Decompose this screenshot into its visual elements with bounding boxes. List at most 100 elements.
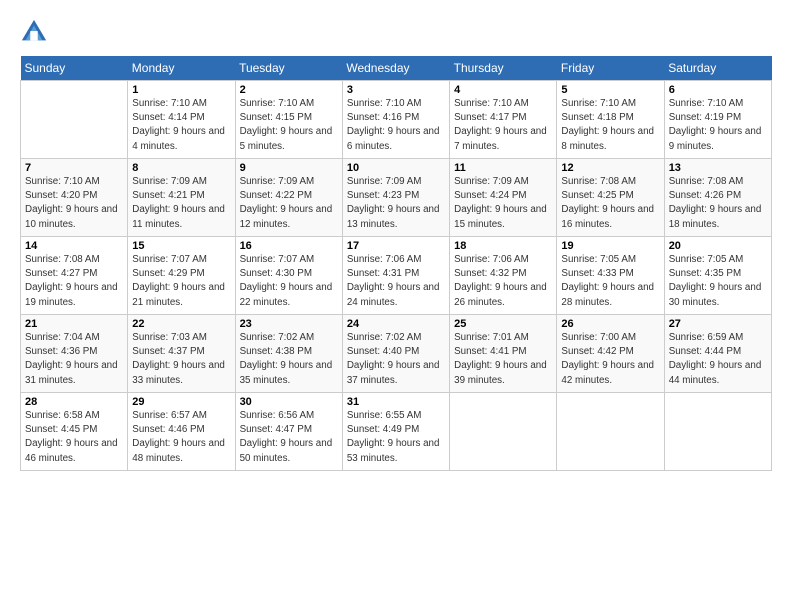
calendar-table: SundayMondayTuesdayWednesdayThursdayFrid… bbox=[20, 56, 772, 471]
calendar-cell: 14 Sunrise: 7:08 AMSunset: 4:27 PMDaylig… bbox=[21, 237, 128, 315]
col-header-sunday: Sunday bbox=[21, 56, 128, 81]
calendar-header-row: SundayMondayTuesdayWednesdayThursdayFrid… bbox=[21, 56, 772, 81]
day-number: 8 bbox=[132, 162, 230, 174]
day-sunrise: Sunrise: 7:08 AMSunset: 4:25 PMDaylight:… bbox=[561, 176, 654, 230]
day-number: 31 bbox=[347, 396, 445, 408]
day-number: 10 bbox=[347, 162, 445, 174]
day-number: 18 bbox=[454, 240, 552, 252]
day-number: 7 bbox=[25, 162, 123, 174]
day-sunrise: Sunrise: 7:05 AMSunset: 4:33 PMDaylight:… bbox=[561, 254, 654, 308]
col-header-thursday: Thursday bbox=[450, 56, 557, 81]
day-sunrise: Sunrise: 6:58 AMSunset: 4:45 PMDaylight:… bbox=[25, 410, 118, 464]
calendar-cell: 13 Sunrise: 7:08 AMSunset: 4:26 PMDaylig… bbox=[664, 159, 771, 237]
calendar-week-row: 14 Sunrise: 7:08 AMSunset: 4:27 PMDaylig… bbox=[21, 237, 772, 315]
day-number: 1 bbox=[132, 84, 230, 96]
col-header-friday: Friday bbox=[557, 56, 664, 81]
calendar-cell bbox=[21, 81, 128, 159]
day-sunrise: Sunrise: 7:09 AMSunset: 4:22 PMDaylight:… bbox=[240, 176, 333, 230]
calendar-cell bbox=[450, 393, 557, 471]
day-sunrise: Sunrise: 7:02 AMSunset: 4:40 PMDaylight:… bbox=[347, 332, 440, 386]
day-number: 30 bbox=[240, 396, 338, 408]
calendar-cell: 21 Sunrise: 7:04 AMSunset: 4:36 PMDaylig… bbox=[21, 315, 128, 393]
day-number: 25 bbox=[454, 318, 552, 330]
calendar-cell bbox=[557, 393, 664, 471]
header bbox=[20, 18, 772, 46]
calendar-cell: 22 Sunrise: 7:03 AMSunset: 4:37 PMDaylig… bbox=[128, 315, 235, 393]
calendar-cell: 17 Sunrise: 7:06 AMSunset: 4:31 PMDaylig… bbox=[342, 237, 449, 315]
day-sunrise: Sunrise: 6:59 AMSunset: 4:44 PMDaylight:… bbox=[669, 332, 762, 386]
calendar-cell: 28 Sunrise: 6:58 AMSunset: 4:45 PMDaylig… bbox=[21, 393, 128, 471]
day-sunrise: Sunrise: 7:10 AMSunset: 4:17 PMDaylight:… bbox=[454, 98, 547, 152]
day-sunrise: Sunrise: 7:01 AMSunset: 4:41 PMDaylight:… bbox=[454, 332, 547, 386]
day-sunrise: Sunrise: 6:57 AMSunset: 4:46 PMDaylight:… bbox=[132, 410, 225, 464]
day-number: 11 bbox=[454, 162, 552, 174]
day-sunrise: Sunrise: 7:10 AMSunset: 4:18 PMDaylight:… bbox=[561, 98, 654, 152]
col-header-saturday: Saturday bbox=[664, 56, 771, 81]
calendar-week-row: 7 Sunrise: 7:10 AMSunset: 4:20 PMDayligh… bbox=[21, 159, 772, 237]
calendar-cell bbox=[664, 393, 771, 471]
calendar-cell: 7 Sunrise: 7:10 AMSunset: 4:20 PMDayligh… bbox=[21, 159, 128, 237]
calendar-cell: 10 Sunrise: 7:09 AMSunset: 4:23 PMDaylig… bbox=[342, 159, 449, 237]
day-sunrise: Sunrise: 7:09 AMSunset: 4:21 PMDaylight:… bbox=[132, 176, 225, 230]
day-sunrise: Sunrise: 7:06 AMSunset: 4:31 PMDaylight:… bbox=[347, 254, 440, 308]
day-number: 9 bbox=[240, 162, 338, 174]
calendar-cell: 15 Sunrise: 7:07 AMSunset: 4:29 PMDaylig… bbox=[128, 237, 235, 315]
day-sunrise: Sunrise: 7:04 AMSunset: 4:36 PMDaylight:… bbox=[25, 332, 118, 386]
day-sunrise: Sunrise: 7:03 AMSunset: 4:37 PMDaylight:… bbox=[132, 332, 225, 386]
calendar-cell: 20 Sunrise: 7:05 AMSunset: 4:35 PMDaylig… bbox=[664, 237, 771, 315]
day-number: 24 bbox=[347, 318, 445, 330]
col-header-monday: Monday bbox=[128, 56, 235, 81]
day-number: 17 bbox=[347, 240, 445, 252]
day-number: 23 bbox=[240, 318, 338, 330]
calendar-week-row: 1 Sunrise: 7:10 AMSunset: 4:14 PMDayligh… bbox=[21, 81, 772, 159]
calendar-cell: 23 Sunrise: 7:02 AMSunset: 4:38 PMDaylig… bbox=[235, 315, 342, 393]
day-sunrise: Sunrise: 7:07 AMSunset: 4:29 PMDaylight:… bbox=[132, 254, 225, 308]
day-number: 16 bbox=[240, 240, 338, 252]
day-number: 13 bbox=[669, 162, 767, 174]
calendar-cell: 1 Sunrise: 7:10 AMSunset: 4:14 PMDayligh… bbox=[128, 81, 235, 159]
day-sunrise: Sunrise: 7:10 AMSunset: 4:16 PMDaylight:… bbox=[347, 98, 440, 152]
day-number: 14 bbox=[25, 240, 123, 252]
calendar-cell: 26 Sunrise: 7:00 AMSunset: 4:42 PMDaylig… bbox=[557, 315, 664, 393]
calendar-week-row: 28 Sunrise: 6:58 AMSunset: 4:45 PMDaylig… bbox=[21, 393, 772, 471]
day-sunrise: Sunrise: 7:10 AMSunset: 4:15 PMDaylight:… bbox=[240, 98, 333, 152]
day-sunrise: Sunrise: 7:06 AMSunset: 4:32 PMDaylight:… bbox=[454, 254, 547, 308]
calendar-cell: 8 Sunrise: 7:09 AMSunset: 4:21 PMDayligh… bbox=[128, 159, 235, 237]
day-number: 19 bbox=[561, 240, 659, 252]
logo-icon bbox=[20, 18, 48, 46]
day-number: 20 bbox=[669, 240, 767, 252]
day-sunrise: Sunrise: 7:07 AMSunset: 4:30 PMDaylight:… bbox=[240, 254, 333, 308]
calendar-cell: 24 Sunrise: 7:02 AMSunset: 4:40 PMDaylig… bbox=[342, 315, 449, 393]
page: SundayMondayTuesdayWednesdayThursdayFrid… bbox=[0, 0, 792, 612]
day-sunrise: Sunrise: 7:08 AMSunset: 4:27 PMDaylight:… bbox=[25, 254, 118, 308]
calendar-cell: 5 Sunrise: 7:10 AMSunset: 4:18 PMDayligh… bbox=[557, 81, 664, 159]
calendar-cell: 3 Sunrise: 7:10 AMSunset: 4:16 PMDayligh… bbox=[342, 81, 449, 159]
calendar-cell: 4 Sunrise: 7:10 AMSunset: 4:17 PMDayligh… bbox=[450, 81, 557, 159]
day-number: 2 bbox=[240, 84, 338, 96]
day-number: 4 bbox=[454, 84, 552, 96]
day-number: 26 bbox=[561, 318, 659, 330]
day-sunrise: Sunrise: 7:10 AMSunset: 4:20 PMDaylight:… bbox=[25, 176, 118, 230]
day-number: 12 bbox=[561, 162, 659, 174]
logo bbox=[20, 18, 52, 46]
day-sunrise: Sunrise: 7:09 AMSunset: 4:23 PMDaylight:… bbox=[347, 176, 440, 230]
calendar-cell: 30 Sunrise: 6:56 AMSunset: 4:47 PMDaylig… bbox=[235, 393, 342, 471]
day-number: 27 bbox=[669, 318, 767, 330]
day-number: 5 bbox=[561, 84, 659, 96]
day-number: 22 bbox=[132, 318, 230, 330]
day-number: 15 bbox=[132, 240, 230, 252]
day-number: 29 bbox=[132, 396, 230, 408]
day-number: 28 bbox=[25, 396, 123, 408]
day-sunrise: Sunrise: 7:10 AMSunset: 4:19 PMDaylight:… bbox=[669, 98, 762, 152]
calendar-cell: 9 Sunrise: 7:09 AMSunset: 4:22 PMDayligh… bbox=[235, 159, 342, 237]
day-sunrise: Sunrise: 7:09 AMSunset: 4:24 PMDaylight:… bbox=[454, 176, 547, 230]
calendar-cell: 12 Sunrise: 7:08 AMSunset: 4:25 PMDaylig… bbox=[557, 159, 664, 237]
day-sunrise: Sunrise: 6:56 AMSunset: 4:47 PMDaylight:… bbox=[240, 410, 333, 464]
day-sunrise: Sunrise: 7:00 AMSunset: 4:42 PMDaylight:… bbox=[561, 332, 654, 386]
day-sunrise: Sunrise: 7:10 AMSunset: 4:14 PMDaylight:… bbox=[132, 98, 225, 152]
calendar-week-row: 21 Sunrise: 7:04 AMSunset: 4:36 PMDaylig… bbox=[21, 315, 772, 393]
calendar-cell: 19 Sunrise: 7:05 AMSunset: 4:33 PMDaylig… bbox=[557, 237, 664, 315]
day-number: 3 bbox=[347, 84, 445, 96]
col-header-wednesday: Wednesday bbox=[342, 56, 449, 81]
calendar-cell: 18 Sunrise: 7:06 AMSunset: 4:32 PMDaylig… bbox=[450, 237, 557, 315]
